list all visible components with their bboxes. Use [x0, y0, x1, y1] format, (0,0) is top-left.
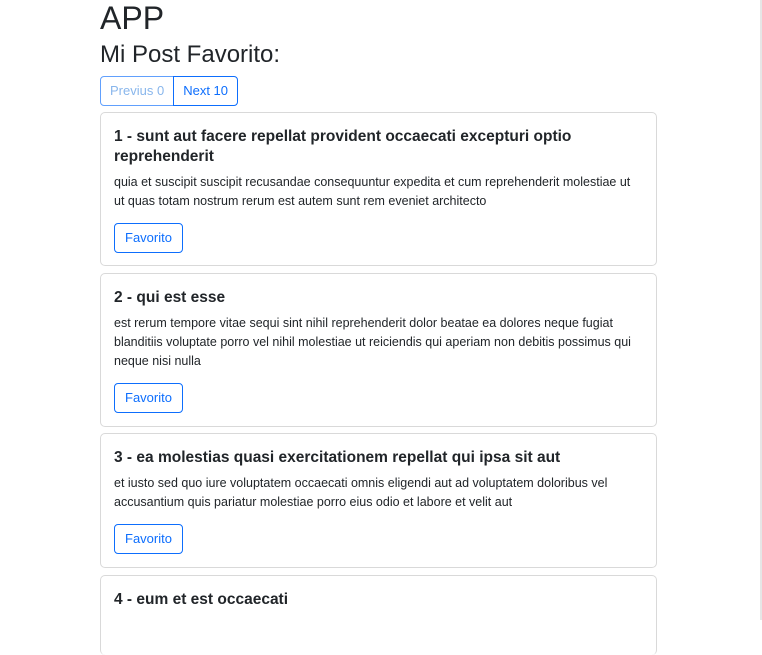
previous-button[interactable]: Previus 0	[100, 76, 175, 106]
favorite-button[interactable]: Favorito	[114, 524, 183, 554]
favorite-button[interactable]: Favorito	[114, 223, 183, 253]
post-card-4: 4 - eum et est occaecati	[100, 575, 657, 655]
next-button[interactable]: Next 10	[173, 76, 239, 106]
post-card-3: 3 - ea molestias quasi exercitationem re…	[100, 433, 657, 568]
post-title: 2 - qui est esse	[114, 289, 226, 306]
post-body: et iusto sed quo iure voluptatem occaeca…	[114, 476, 608, 509]
section-title: Mi Post Favorito:	[100, 41, 281, 68]
pagination-group: Previus 0 Next 10	[100, 76, 657, 106]
post-body: est rerum tempore vitae sequi sint nihil…	[114, 316, 631, 368]
app-container: APP Mi Post Favorito: Previus 0 Next 10 …	[100, 0, 657, 655]
post-title: 1 - sunt aut facere repellat provident o…	[114, 128, 572, 165]
post-title: 4 - eum et est occaecati	[114, 591, 289, 608]
favorite-button[interactable]: Favorito	[114, 383, 183, 413]
app-title: APP	[100, 0, 165, 36]
post-title: 3 - ea molestias quasi exercitationem re…	[114, 449, 561, 466]
post-card-2: 2 - qui est esse est rerum tempore vitae…	[100, 273, 657, 427]
post-card-1: 1 - sunt aut facere repellat provident o…	[100, 112, 657, 266]
post-body: quia et suscipit suscipit recusandae con…	[114, 175, 631, 208]
